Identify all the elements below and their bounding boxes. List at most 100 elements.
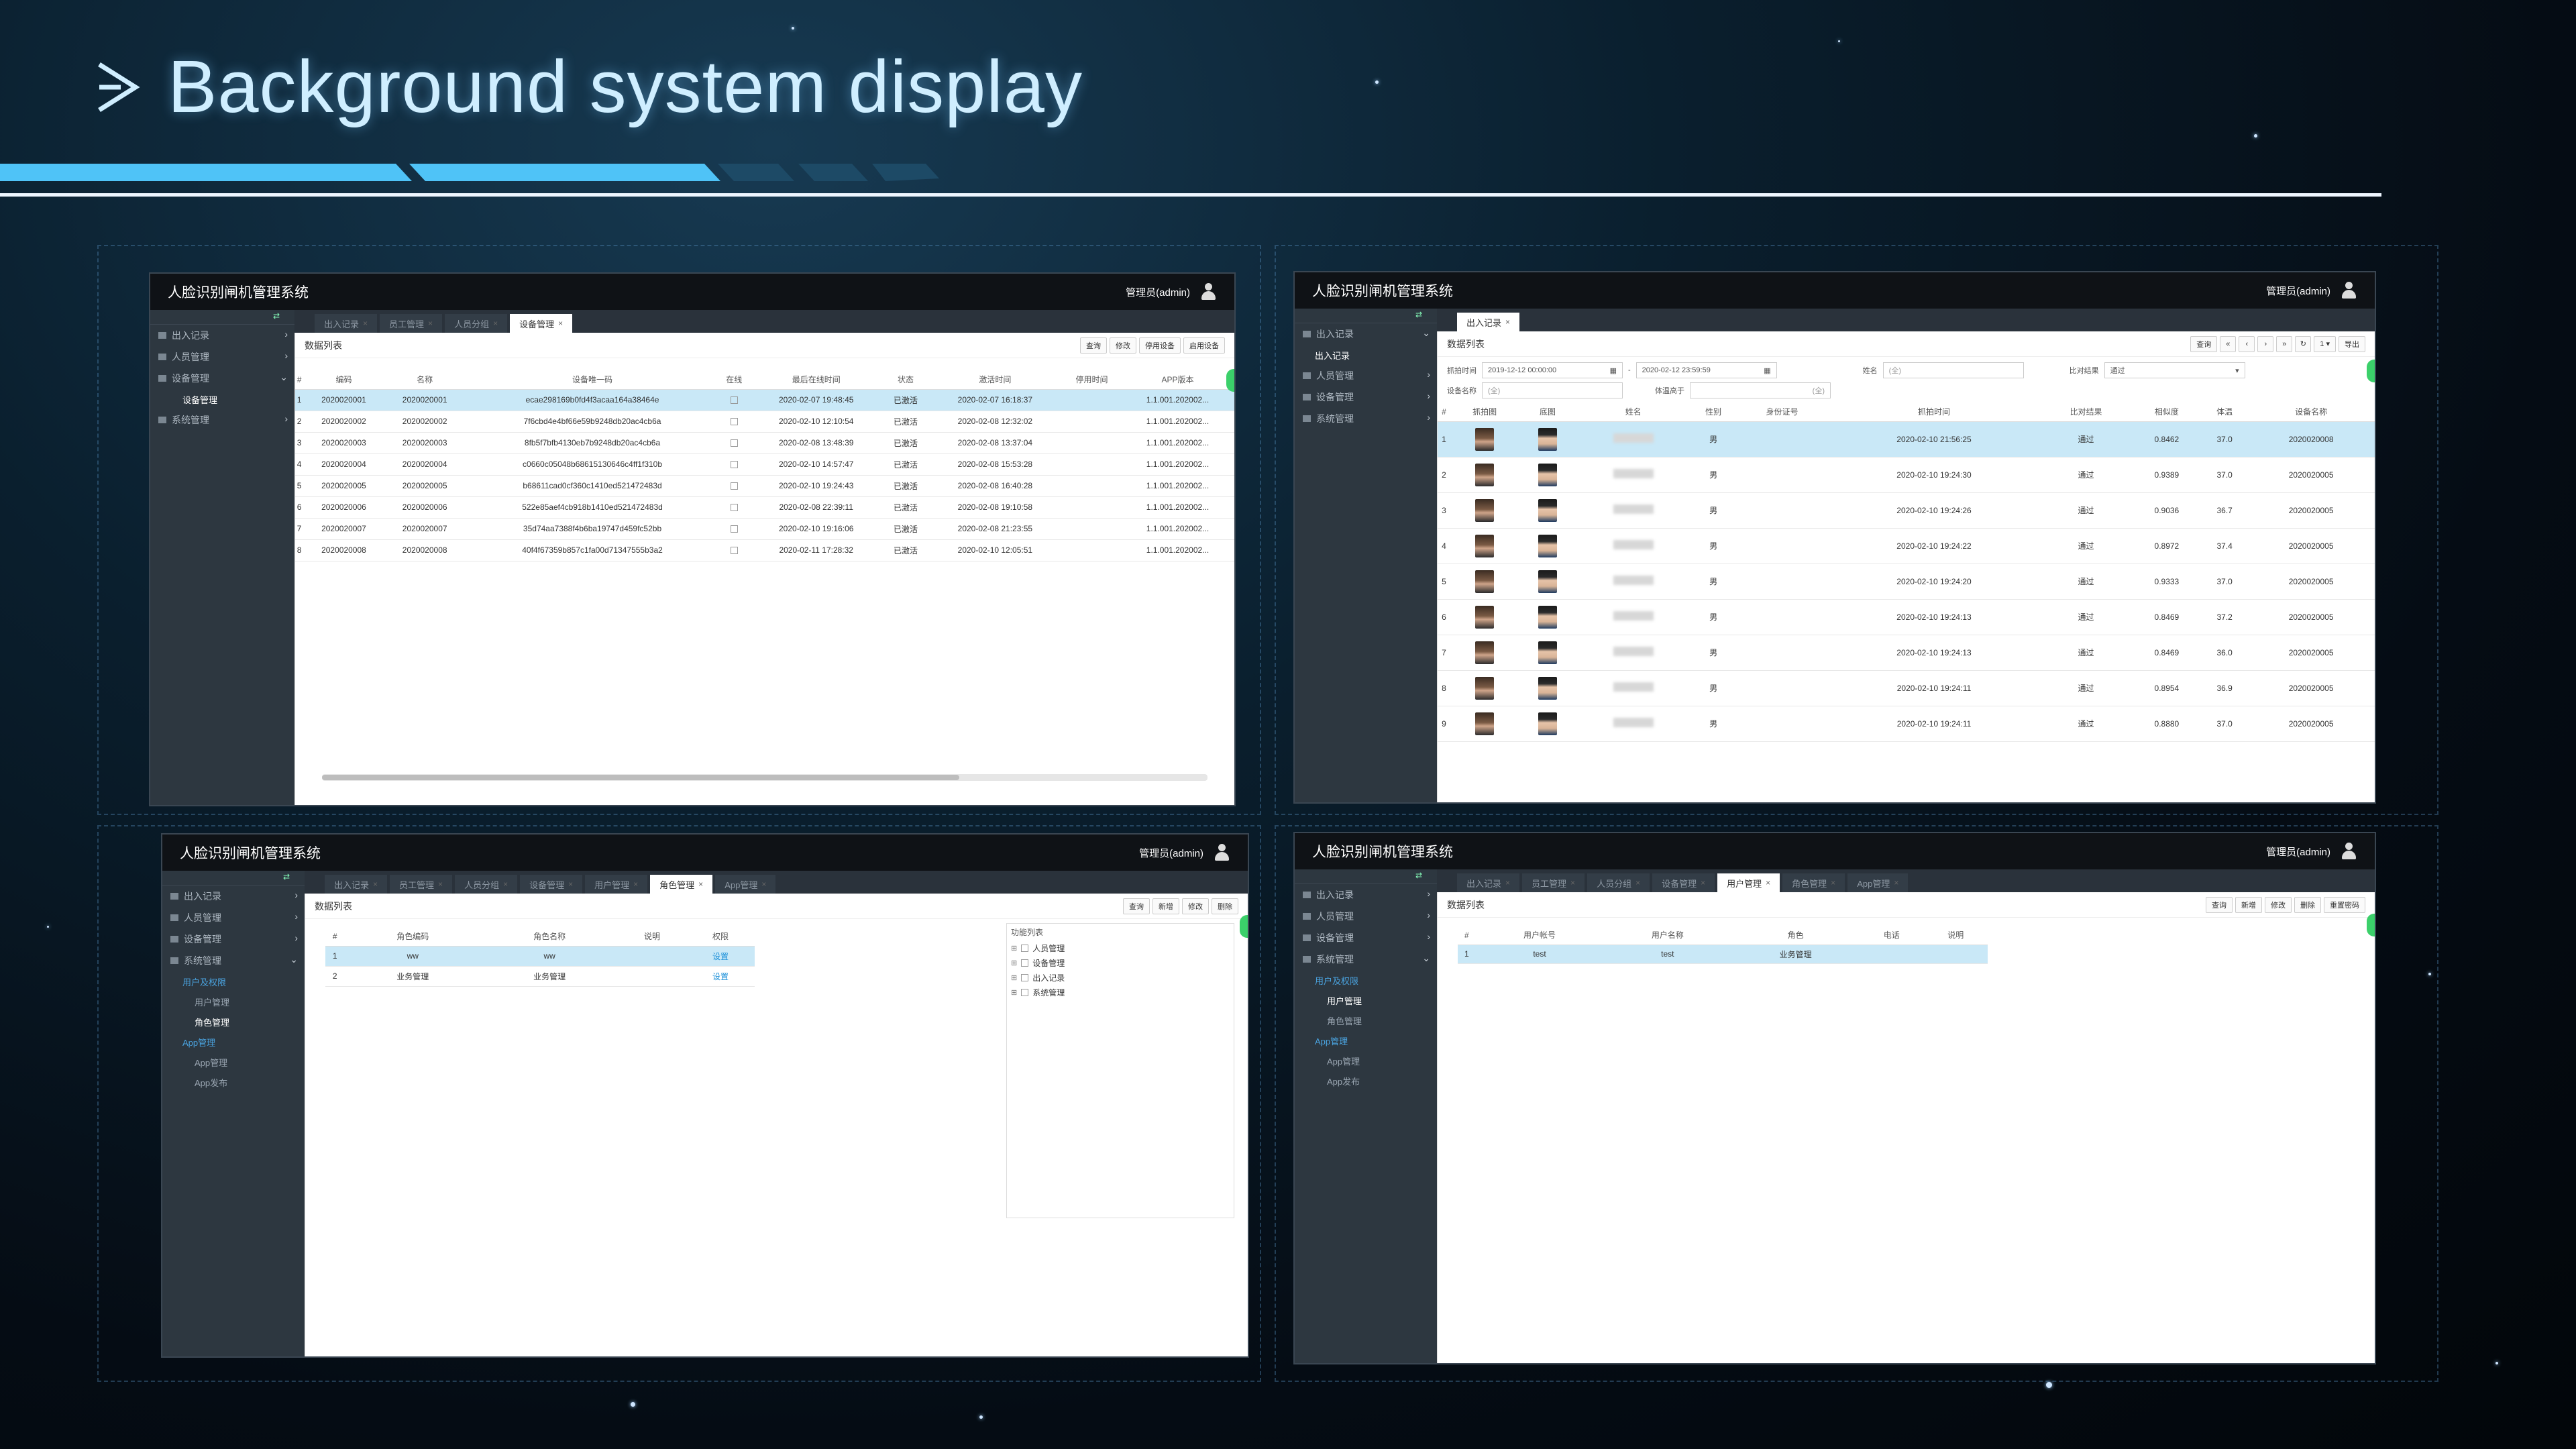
sidebar-toggle[interactable] bbox=[150, 310, 294, 325]
capture-photo[interactable] bbox=[1475, 712, 1495, 735]
edit-button[interactable]: 修改 bbox=[2265, 896, 2292, 913]
sidebar-item-devices[interactable]: 设备管理 ⌄ bbox=[150, 368, 294, 389]
online-checkbox[interactable] bbox=[730, 547, 738, 555]
tab-device-mgmt[interactable]: 设备管理 bbox=[510, 314, 573, 333]
sidebar-item-entry-records[interactable]: 出入记录 › bbox=[150, 325, 294, 346]
sidebar-subitem-user-mgmt[interactable]: 用户管理 bbox=[1295, 990, 1437, 1010]
sidebar-item-entry-records[interactable]: 出入记录 › bbox=[162, 885, 305, 907]
sidebar-item-personnel[interactable]: 人员管理 › bbox=[162, 907, 305, 928]
online-checkbox[interactable] bbox=[730, 461, 738, 469]
sidebar-subitem-user-mgmt[interactable]: 用户管理 bbox=[162, 991, 305, 1012]
end-time-input[interactable]: 2020-02-12 23:59:59 ▦ bbox=[1635, 362, 1777, 378]
online-checkbox[interactable] bbox=[730, 504, 738, 512]
sidebar-item-personnel[interactable]: 人员管理 › bbox=[150, 346, 294, 368]
tab-personnel-group[interactable]: 人员分组 bbox=[1587, 873, 1650, 892]
sidebar-item-entry-records[interactable]: 出入记录 ⌄ bbox=[1295, 323, 1437, 345]
side-drawer-handle[interactable] bbox=[2367, 360, 2375, 382]
table-row[interactable]: 7 男 2020-02-10 19:24:13 通过 0.8469 36.0 2020020… bbox=[1438, 635, 2375, 671]
base-photo[interactable] bbox=[1538, 712, 1557, 735]
tree-checkbox[interactable] bbox=[1021, 959, 1029, 967]
table-row[interactable]: 1 2020020001 2020020001 ecae298169b0fd4f3ac… bbox=[295, 389, 1234, 411]
sidebar-toggle[interactable] bbox=[1295, 869, 1437, 884]
tab-entry-records[interactable]: 出入记录 bbox=[325, 875, 388, 894]
sidebar-item-system[interactable]: 系统管理 ⌄ bbox=[1295, 949, 1437, 970]
table-row[interactable]: 2 2020020002 2020020002 7f6cbd4e4bf66e59b92… bbox=[295, 411, 1234, 433]
capture-photo[interactable] bbox=[1475, 534, 1495, 557]
sidebar-subitem-device-mgmt[interactable]: 设备管理 bbox=[150, 389, 294, 409]
tab-employee-mgmt[interactable]: 员工管理 bbox=[380, 314, 443, 333]
capture-photo[interactable] bbox=[1475, 641, 1495, 664]
table-row[interactable]: 3 2020020003 2020020003 8fb5f7bfb4130eb7b92… bbox=[295, 432, 1234, 454]
device-name-input[interactable]: (全) bbox=[1482, 382, 1623, 398]
result-select[interactable]: 通过 ▾ bbox=[2104, 362, 2245, 378]
tree-node[interactable]: ⊞ 出入记录 bbox=[1007, 970, 1234, 985]
prev-page-button[interactable]: ‹ bbox=[2239, 335, 2255, 352]
query-button[interactable]: 查询 bbox=[2206, 896, 2233, 913]
tab-role-mgmt[interactable]: 角色管理 bbox=[1782, 873, 1845, 892]
table-row[interactable]: 4 男 2020-02-10 19:24:22 通过 0.8972 37.4 2020020… bbox=[1438, 528, 2375, 564]
capture-photo[interactable] bbox=[1475, 498, 1495, 522]
table-row[interactable]: 4 2020020004 2020020004 c0660c05048b6861513… bbox=[295, 453, 1234, 476]
sidebar-group-user-permissions[interactable]: 用户及权限 bbox=[162, 971, 305, 991]
side-drawer-handle[interactable] bbox=[1226, 369, 1234, 392]
delete-button[interactable]: 删除 bbox=[1212, 898, 1238, 914]
sidebar-item-system[interactable]: 系统管理 › bbox=[150, 409, 294, 431]
side-drawer-handle[interactable] bbox=[1240, 915, 1248, 938]
sidebar-group-user-permissions[interactable]: 用户及权限 bbox=[1295, 970, 1437, 990]
name-input[interactable]: (全) bbox=[1882, 362, 2024, 378]
sidebar-subitem-entry-records[interactable]: 出入记录 bbox=[1295, 345, 1437, 365]
sidebar-item-system[interactable]: 系统管理 ⌄ bbox=[162, 950, 305, 971]
enable-device-button[interactable]: 启用设备 bbox=[1183, 337, 1225, 354]
user-avatar-icon[interactable] bbox=[1199, 283, 1217, 301]
sidebar-item-entry-records[interactable]: 出入记录 › bbox=[1295, 884, 1437, 906]
tab-personnel-group[interactable]: 人员分组 bbox=[455, 875, 518, 894]
tree-checkbox[interactable] bbox=[1021, 988, 1029, 996]
user-avatar-icon[interactable] bbox=[1213, 844, 1230, 861]
base-photo[interactable] bbox=[1538, 427, 1557, 451]
sidebar-group-app-mgmt[interactable]: App管理 bbox=[1295, 1030, 1437, 1051]
capture-photo[interactable] bbox=[1475, 676, 1495, 700]
tab-personnel-group[interactable]: 人员分组 bbox=[445, 314, 508, 333]
query-button[interactable]: 查询 bbox=[1080, 337, 1107, 354]
query-button[interactable]: 查询 bbox=[1123, 898, 1150, 914]
tab-device-mgmt[interactable]: 设备管理 bbox=[520, 875, 583, 894]
side-drawer-handle[interactable] bbox=[2367, 914, 2375, 936]
online-checkbox[interactable] bbox=[730, 439, 738, 447]
sidebar-item-personnel[interactable]: 人员管理 › bbox=[1295, 906, 1437, 927]
table-row[interactable]: 9 男 2020-02-10 19:24:11 通过 0.8880 37.0 2020020… bbox=[1438, 706, 2375, 742]
page-select[interactable]: 1 ▾ bbox=[2314, 335, 2336, 352]
next-page-button[interactable]: › bbox=[2257, 335, 2274, 352]
delete-button[interactable]: 删除 bbox=[2294, 896, 2321, 913]
expand-icon[interactable]: ⊞ bbox=[1011, 944, 1017, 953]
current-user[interactable]: 管理员(admin) bbox=[1139, 846, 1203, 860]
table-row[interactable]: 1 男 2020-02-10 21:56:25 通过 0.8462 37.0 2020020… bbox=[1438, 421, 2375, 458]
sidebar-item-devices[interactable]: 设备管理 › bbox=[1295, 386, 1437, 408]
base-photo[interactable] bbox=[1538, 534, 1557, 557]
start-time-input[interactable]: 2019-12-12 00:00:00 ▦ bbox=[1482, 362, 1623, 378]
table-row[interactable]: 2 业务管理 业务管理 设置 bbox=[325, 966, 755, 987]
base-photo[interactable] bbox=[1538, 605, 1557, 629]
edit-button[interactable]: 修改 bbox=[1182, 898, 1209, 914]
tab-entry-records[interactable]: 出入记录 bbox=[1457, 313, 1520, 331]
tree-node[interactable]: ⊞ 设备管理 bbox=[1007, 955, 1234, 970]
sidebar-subitem-app-publish[interactable]: App发布 bbox=[1295, 1071, 1437, 1091]
user-avatar-icon[interactable] bbox=[2340, 843, 2357, 860]
base-photo[interactable] bbox=[1538, 570, 1557, 593]
capture-photo[interactable] bbox=[1475, 463, 1495, 486]
export-button[interactable]: 导出 bbox=[2339, 335, 2365, 352]
query-button[interactable]: 查询 bbox=[2190, 335, 2218, 352]
reset-password-button[interactable]: 重置密码 bbox=[2324, 896, 2365, 913]
table-row[interactable]: 7 2020020007 2020020007 35d74aa7388f4b6ba19… bbox=[295, 518, 1234, 540]
tab-app-mgmt[interactable]: App管理 bbox=[1847, 873, 1909, 892]
tab-employee-mgmt[interactable]: 员工管理 bbox=[1522, 873, 1585, 892]
base-photo[interactable] bbox=[1538, 676, 1557, 700]
sidebar-subitem-app-mgmt[interactable]: App管理 bbox=[162, 1052, 305, 1072]
tree-node[interactable]: ⊞ 系统管理 bbox=[1007, 985, 1234, 1000]
tab-entry-records[interactable]: 出入记录 bbox=[315, 314, 378, 333]
tab-user-mgmt[interactable]: 用户管理 bbox=[1717, 873, 1780, 892]
refresh-icon[interactable]: ↻ bbox=[2295, 335, 2312, 352]
base-photo[interactable] bbox=[1538, 498, 1557, 522]
first-page-button[interactable]: « bbox=[2220, 335, 2237, 352]
current-user[interactable]: 管理员(admin) bbox=[2266, 284, 2330, 298]
table-row[interactable]: 6 2020020006 2020020006 522e85aef4cb918b141… bbox=[295, 496, 1234, 519]
